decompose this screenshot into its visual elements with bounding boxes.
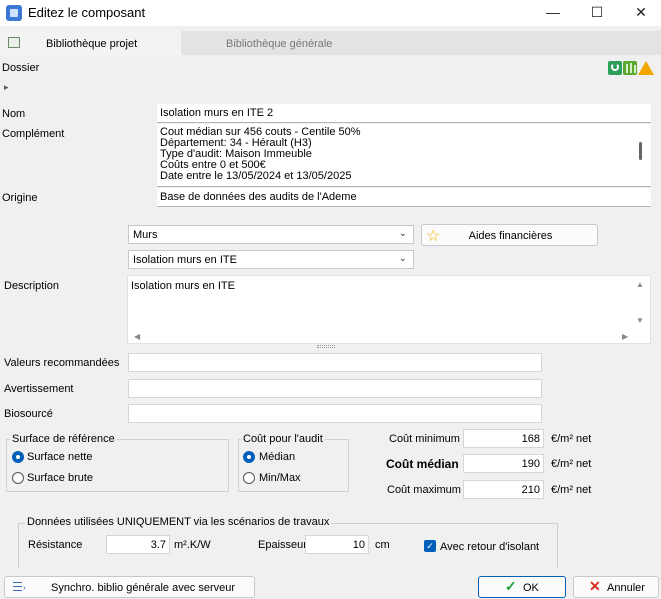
- cout-median-unit: €/m² net: [551, 458, 592, 470]
- scroll-up-icon[interactable]: ▲: [636, 280, 644, 289]
- epaisseur-value: 10: [352, 539, 365, 551]
- title-bar: Editez le composant — ☐ ✕: [0, 0, 661, 26]
- sync-list-icon: ›: [13, 581, 26, 593]
- cout-minimum-label: Coût minimum: [389, 433, 460, 445]
- epaisseur-label: Epaisseur: [258, 539, 307, 551]
- cout-median-label: Coût médian: [386, 457, 459, 471]
- origine-input[interactable]: Base de données des audits de l'Ademe: [157, 188, 651, 207]
- avertissement-label: Avertissement: [4, 383, 74, 395]
- epaisseur-unit: cm: [375, 539, 390, 551]
- tab-label-projet[interactable]: Bibliothèque projet: [46, 38, 137, 50]
- resistance-value: 3.7: [150, 539, 166, 551]
- maximize-button[interactable]: ☐: [577, 0, 617, 26]
- surface-reference-group: [6, 439, 229, 492]
- complement-textarea[interactable]: Cout médian sur 456 couts - Centile 50% …: [157, 124, 651, 186]
- minmax-radio[interactable]: [243, 472, 255, 484]
- category-combo[interactable]: Murs ⌄: [128, 225, 414, 244]
- origine-value: Base de données des audits de l'Ademe: [160, 191, 357, 203]
- category-value: Murs: [133, 229, 158, 241]
- cout-maximum-label: Coût maximum: [387, 484, 461, 496]
- energy-label-icon: [638, 61, 654, 75]
- expand-icon[interactable]: ▸: [4, 82, 9, 93]
- resistance-unit: m².K/W: [174, 539, 211, 551]
- cout-maximum-value: 210: [521, 484, 540, 496]
- resistance-input[interactable]: 3.7: [106, 535, 170, 554]
- scroll-down-icon[interactable]: ▼: [636, 316, 644, 325]
- subcategory-value: Isolation murs en ITE: [133, 254, 237, 266]
- complement-underline: [157, 186, 651, 187]
- description-textarea[interactable]: Isolation murs en ITE ▲ ▼ ◀ ▶: [127, 275, 651, 344]
- subcategory-combo[interactable]: Isolation murs en ITE ⌄: [128, 250, 414, 269]
- complement-label: Complément: [2, 128, 65, 140]
- minmax-label[interactable]: Min/Max: [259, 472, 301, 484]
- aides-financieres-button[interactable]: ☆ Aides financières: [421, 224, 598, 246]
- x-icon: ✕: [589, 578, 601, 594]
- cout-median-input[interactable]: 190: [463, 454, 544, 473]
- cout-maximum-input[interactable]: 210: [463, 480, 544, 499]
- forest-icon: [623, 61, 637, 75]
- ok-label: OK: [523, 582, 539, 594]
- app-icon: [6, 5, 22, 21]
- surface-brute-radio[interactable]: [12, 472, 24, 484]
- biosource-label: Biosourcé: [4, 408, 53, 420]
- resize-grip[interactable]: [317, 345, 335, 348]
- origine-label: Origine: [2, 192, 38, 204]
- cout-audit-title: Coût pour l'audit: [241, 433, 325, 445]
- median-label[interactable]: Médian: [259, 451, 295, 463]
- avertissement-input[interactable]: [128, 379, 542, 398]
- synchro-button[interactable]: › Synchro. biblio générale avec serveur: [4, 576, 255, 598]
- nom-value: Isolation murs en ITE 2: [160, 107, 274, 119]
- valeurs-recommandees-input[interactable]: [128, 353, 542, 372]
- scenarios-title: Données utilisées UNIQUEMENT via les scé…: [25, 516, 332, 528]
- surface-nette-label[interactable]: Surface nette: [27, 451, 92, 463]
- chevron-down-icon: ⌄: [398, 253, 407, 264]
- median-radio[interactable]: [243, 451, 255, 463]
- minimize-button[interactable]: —: [533, 0, 573, 26]
- description-label: Description: [4, 280, 60, 292]
- retour-isolant-label[interactable]: Avec retour d'isolant: [440, 541, 539, 553]
- resistance-label: Résistance: [28, 539, 83, 551]
- window-title: Editez le composant: [28, 5, 146, 20]
- scroll-right-icon[interactable]: ▶: [622, 332, 628, 341]
- description-value: Isolation murs en ITE: [131, 280, 235, 292]
- complement-lines: Cout médian sur 456 couts - Centile 50% …: [160, 127, 630, 182]
- cout-minimum-input[interactable]: 168: [463, 429, 544, 448]
- dossier-label: Dossier: [2, 62, 40, 74]
- surface-nette-radio[interactable]: [12, 451, 24, 463]
- tab-bibliotheque-generale[interactable]: Bibliothèque générale: [226, 38, 332, 50]
- biosource-input[interactable]: [128, 404, 542, 423]
- scroll-left-icon[interactable]: ◀: [134, 332, 140, 341]
- retour-isolant-checkbox[interactable]: ✓: [424, 540, 436, 552]
- epaisseur-input[interactable]: 10: [305, 535, 369, 554]
- nom-label: Nom: [2, 108, 26, 120]
- library-icon: [8, 37, 20, 48]
- aides-label: Aides financières: [468, 230, 553, 242]
- cancel-button[interactable]: ✕ Annuler: [573, 576, 659, 598]
- valeurs-recommandees-label: Valeurs recommandées: [4, 357, 120, 369]
- cout-minimum-value: 168: [521, 433, 540, 445]
- surface-reference-title: Surface de référence: [10, 433, 117, 445]
- synchro-label: Synchro. biblio générale avec serveur: [51, 582, 236, 594]
- close-button[interactable]: ✕: [621, 0, 661, 26]
- cout-audit-group: [238, 439, 349, 492]
- complement-scrollbar[interactable]: [639, 142, 642, 160]
- cout-median-value: 190: [521, 458, 540, 470]
- cout-maximum-unit: €/m² net: [551, 484, 592, 496]
- complement-line: Date entre le 13/05/2024 et 13/05/2025: [160, 170, 352, 182]
- chevron-down-icon: ⌄: [398, 228, 407, 239]
- check-icon: ✓: [505, 578, 517, 594]
- cancel-label: Annuler: [607, 582, 645, 594]
- recycle-icon: [608, 61, 622, 75]
- nom-input[interactable]: Isolation murs en ITE 2: [157, 104, 651, 123]
- ok-button[interactable]: ✓ OK: [478, 576, 566, 598]
- surface-brute-label[interactable]: Surface brute: [27, 472, 93, 484]
- cout-minimum-unit: €/m² net: [551, 433, 592, 445]
